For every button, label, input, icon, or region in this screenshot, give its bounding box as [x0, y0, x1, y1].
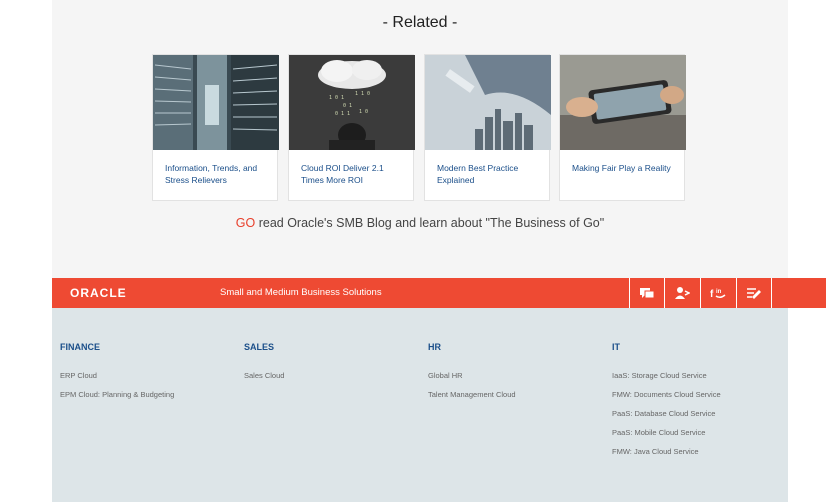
column-heading[interactable]: HR [428, 342, 516, 352]
go-label[interactable]: GO [236, 216, 255, 230]
footer-link[interactable]: FMW: Java Cloud Service [612, 447, 721, 466]
footer-link[interactable]: FMW: Documents Cloud Service [612, 390, 721, 409]
blog-promo[interactable]: GO read Oracle's SMB Blog and learn abou… [52, 216, 788, 230]
business-tablet-city-image [425, 55, 551, 150]
social-icon: f in [710, 289, 725, 300]
svg-text:1 0 1: 1 0 1 [329, 95, 344, 101]
bar-divider [771, 278, 772, 308]
card-caption[interactable]: Modern Best Practice Explained [437, 162, 541, 186]
footer-link[interactable]: Sales Cloud [244, 371, 284, 390]
cloud-over-person-image: 1 0 1 0 1 1 1 0 0 1 1 1 0 [289, 55, 415, 150]
footer-link[interactable]: IaaS: Storage Cloud Service [612, 371, 721, 390]
edit-icon [746, 288, 761, 299]
hands-tablet-image [560, 55, 686, 150]
blog-promo-text[interactable]: read Oracle's SMB Blog and learn about "… [255, 216, 604, 230]
footer-column-sales: SALES Sales Cloud [244, 342, 284, 390]
oracle-header-bar: ORACLE Small and Medium Business Solutio… [52, 278, 826, 308]
server-racks-image [153, 55, 279, 150]
card-caption[interactable]: Information, Trends, and Stress Reliever… [165, 162, 269, 186]
contact-button[interactable] [664, 278, 698, 308]
social-button[interactable]: f in [700, 278, 734, 308]
footer-link[interactable]: Talent Management Cloud [428, 390, 516, 409]
footer-column-it: IT IaaS: Storage Cloud Service FMW: Docu… [612, 342, 721, 466]
svg-text:in: in [716, 289, 722, 295]
svg-text:f: f [710, 289, 714, 300]
card-caption[interactable]: Cloud ROI Deliver 2.1 Times More ROI [301, 162, 405, 186]
column-heading[interactable]: IT [612, 342, 721, 352]
footer-links: FINANCE ERP Cloud EPM Cloud: Planning & … [52, 308, 788, 502]
related-card[interactable]: Modern Best Practice Explained [424, 54, 551, 201]
edit-button[interactable] [736, 278, 770, 308]
svg-text:0 1 1: 0 1 1 [335, 111, 350, 117]
footer-column-hr: HR Global HR Talent Management Cloud [428, 342, 516, 409]
footer-link[interactable]: Global HR [428, 371, 516, 390]
footer-link[interactable]: PaaS: Database Cloud Service [612, 409, 721, 428]
footer-link[interactable]: ERP Cloud [60, 371, 174, 390]
svg-text:1 1 0: 1 1 0 [355, 91, 370, 97]
related-card[interactable]: Information, Trends, and Stress Reliever… [152, 54, 279, 201]
svg-text:1 0: 1 0 [359, 109, 368, 115]
footer-link[interactable]: PaaS: Mobile Cloud Service [612, 428, 721, 447]
bar-subtitle: Small and Medium Business Solutions [220, 287, 382, 298]
related-card[interactable]: Making Fair Play a Reality [559, 54, 686, 201]
chat-icon [639, 288, 654, 299]
contact-icon [674, 287, 690, 299]
footer-column-finance: FINANCE ERP Cloud EPM Cloud: Planning & … [60, 342, 174, 409]
column-heading[interactable]: FINANCE [60, 342, 174, 352]
related-heading: - Related - [382, 14, 458, 31]
column-heading[interactable]: SALES [244, 342, 284, 352]
footer-link[interactable]: EPM Cloud: Planning & Budgeting [60, 390, 174, 409]
oracle-logo[interactable]: ORACLE [70, 286, 127, 300]
related-card[interactable]: 1 0 1 0 1 1 1 0 0 1 1 1 0 Cloud ROI Delive… [288, 54, 415, 201]
svg-text:0 1: 0 1 [343, 103, 352, 109]
chat-button[interactable] [629, 278, 663, 308]
card-caption[interactable]: Making Fair Play a Reality [572, 162, 676, 174]
